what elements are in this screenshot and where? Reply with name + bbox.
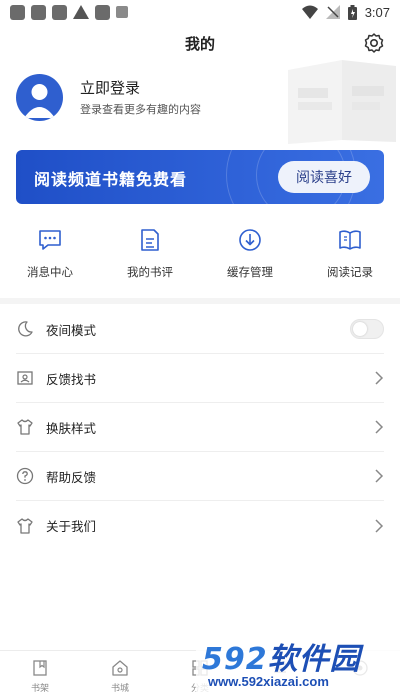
review-icon: [141, 229, 159, 251]
image-icon: [95, 4, 110, 20]
settings-row-skin[interactable]: 换肤样式: [16, 403, 384, 452]
signal-icon: [325, 5, 340, 19]
quick-action-reviews[interactable]: 我的书评: [100, 226, 200, 288]
settings-row-feedback-book[interactable]: 反馈找书: [16, 354, 384, 403]
night-mode-toggle[interactable]: [350, 319, 384, 339]
status-bar: 3:07: [0, 0, 400, 24]
login-subtitle: 登录查看更多有趣的内容: [80, 102, 201, 116]
section-divider: [0, 298, 400, 304]
quick-action-label: 缓存管理: [227, 265, 273, 279]
quick-action-label: 我的书评: [127, 265, 173, 279]
settings-row-label: 帮助反馈: [46, 469, 97, 485]
quick-action-messages[interactable]: 消息中心: [0, 226, 100, 288]
settings-row-about[interactable]: 关于我们: [16, 501, 384, 550]
login-profile[interactable]: 立即登录 登录查看更多有趣的内容: [16, 72, 316, 122]
shirt-icon: [17, 517, 33, 534]
settings-list: 夜间模式 反馈找书 换肤样式 帮助反馈 关于我们: [0, 305, 400, 550]
quick-action-cache[interactable]: 缓存管理: [200, 226, 300, 288]
search-book-icon: [17, 371, 33, 385]
nav-item-bookshelf[interactable]: 书架: [0, 651, 80, 700]
help-icon: [16, 467, 34, 485]
settings-row-help[interactable]: 帮助反馈: [16, 452, 384, 501]
warning-icon: [73, 5, 89, 19]
watermark-brand-number: 592: [202, 642, 268, 677]
wifi-icon: [301, 5, 318, 19]
watermark-brand: 592软件园: [202, 634, 361, 678]
notification-icon: [52, 4, 67, 20]
clock: 3:07: [364, 4, 390, 20]
chevron-right-icon: [375, 420, 384, 434]
nav-label: 书架: [30, 684, 49, 694]
download-icon: [239, 229, 261, 251]
login-title[interactable]: 立即登录: [80, 78, 201, 98]
message-icon: [39, 230, 61, 250]
watermark-brand-text: 软件园: [267, 642, 361, 677]
battery-icon: [347, 4, 357, 20]
banner-text: 阅读频道书籍免费看: [34, 170, 188, 189]
promo-banner[interactable]: 阅读频道书籍免费看 阅读喜好: [16, 150, 384, 204]
chevron-right-icon: [375, 518, 384, 533]
reading-preference-button[interactable]: 阅读喜好: [278, 161, 370, 193]
nav-item-store[interactable]: 书城: [80, 651, 160, 700]
watermark: 592软件园 www.592xiazai.com: [196, 630, 400, 700]
notification-icon: [31, 4, 46, 20]
status-right: 3:07: [301, 4, 390, 20]
settings-row-label: 夜间模式: [46, 322, 97, 338]
book-open-icon: [339, 230, 361, 250]
moon-icon: [18, 321, 33, 337]
page-title: 我的: [184, 34, 215, 53]
watermark-url: www.592xiazai.com: [208, 674, 329, 689]
store-icon: [112, 660, 128, 676]
nav-label: 书城: [110, 684, 129, 694]
settings-row-label: 换肤样式: [46, 420, 97, 436]
user-avatar-icon[interactable]: [16, 73, 63, 121]
quick-action-label: 消息中心: [27, 265, 73, 279]
bookshelf-icon: [33, 660, 47, 676]
status-left-icons: [10, 4, 128, 20]
quick-action-label: 阅读记录: [327, 265, 373, 279]
chevron-right-icon: [375, 371, 384, 385]
shirt-icon: [17, 419, 33, 435]
a-icon: [116, 6, 128, 18]
notification-icon: [10, 4, 25, 20]
quick-action-history[interactable]: 阅读记录: [300, 226, 400, 288]
quick-actions: 消息中心 我的书评 缓存管理 阅读记录: [0, 226, 400, 288]
chevron-right-icon: [375, 469, 384, 483]
settings-row-label: 反馈找书: [46, 371, 97, 387]
profile-text: 立即登录 登录查看更多有趣的内容: [80, 78, 201, 117]
settings-row-label: 关于我们: [46, 519, 97, 534]
settings-row-night-mode[interactable]: 夜间模式: [16, 305, 384, 354]
